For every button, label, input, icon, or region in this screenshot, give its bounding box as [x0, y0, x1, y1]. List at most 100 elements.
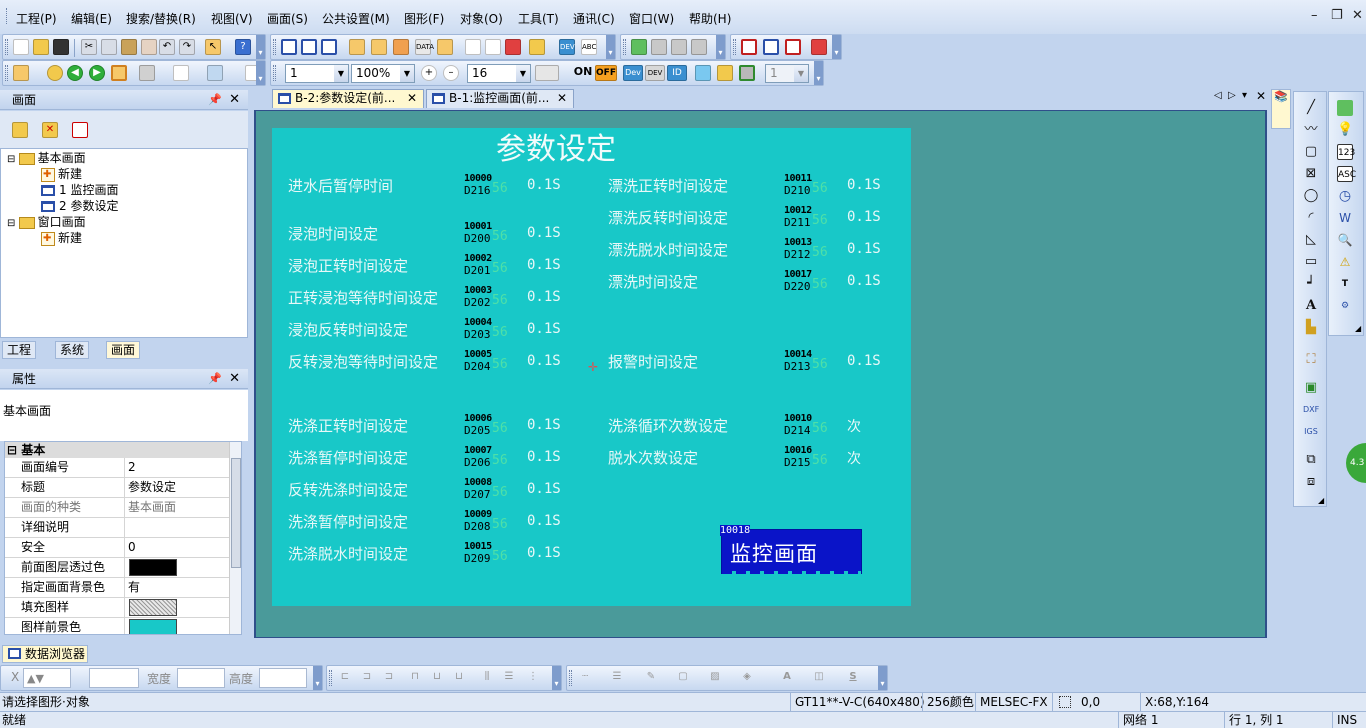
frame-a-icon[interactable]	[695, 65, 711, 81]
iges-import-icon[interactable]: IGS	[1303, 424, 1319, 440]
screen-close-icon[interactable]	[321, 39, 337, 55]
label-soak-time[interactable]: 浸泡时间设定	[288, 223, 378, 244]
menu-help[interactable]: 帮助(H)	[689, 10, 731, 27]
property-row-transparent-color[interactable]: 前面图层透过色	[5, 558, 229, 578]
screen-properties-icon[interactable]	[72, 122, 88, 138]
verify-icon[interactable]	[671, 39, 687, 55]
piping-icon[interactable]: ┙	[1303, 276, 1319, 292]
delete-icon[interactable]	[141, 39, 157, 55]
menu-search-replace[interactable]: 搜索/替换(R)	[126, 10, 196, 27]
write-to-got-icon[interactable]	[631, 39, 647, 55]
width-field[interactable]	[177, 668, 225, 688]
x-field[interactable]: ▲▼	[23, 668, 71, 688]
label-wash-cycle-count[interactable]: 洗涤循环次数设定	[608, 415, 728, 436]
toolbar-overflow-icon[interactable]: ▾	[878, 666, 887, 690]
frame-b-icon[interactable]	[717, 65, 733, 81]
property-row-background-color[interactable]: 指定画面背景色有	[5, 578, 229, 598]
label-rinse-forward-time[interactable]: 漂洗正转时间设定	[608, 175, 728, 196]
arrow-up-icon[interactable]	[47, 65, 63, 81]
redo-icon[interactable]: ↷	[179, 39, 195, 55]
pointer-icon[interactable]: ↖	[205, 39, 221, 55]
line-width-icon[interactable]: ☰	[609, 670, 625, 686]
tab-list-icon[interactable]: ▾	[1242, 90, 1247, 101]
line-style-icon[interactable]: ┈	[577, 670, 593, 686]
tab-system[interactable]: 系统	[55, 341, 90, 359]
tree-window-screens[interactable]: ⊟ 窗口画面	[7, 214, 86, 230]
right-toolbar-tab[interactable]: 📚	[1271, 89, 1291, 129]
numeric-input[interactable]: 10017 D220 56	[784, 269, 844, 296]
color-swatch-cyan[interactable]	[129, 619, 177, 634]
close-icon[interactable]: ✕	[229, 369, 240, 389]
property-row-pattern-fg[interactable]: 图样前景色	[5, 618, 229, 634]
distribute-h-icon[interactable]: ⫼	[479, 670, 495, 686]
rectangle-icon[interactable]: ▢	[1303, 144, 1319, 160]
read-from-got-icon[interactable]	[651, 39, 667, 55]
text-shadow-icon[interactable]: ◫	[811, 670, 827, 686]
tab-parameter-screen[interactable]: B-2:参数设定(前... ✕	[272, 89, 424, 108]
menu-tools[interactable]: 工具(T)	[518, 10, 559, 27]
numeric-input[interactable]: 10015 D209 56	[464, 541, 524, 568]
undo-icon[interactable]: ↶	[159, 39, 175, 55]
expand-icon[interactable]: ⊟	[7, 218, 19, 229]
toolbar-overflow-icon[interactable]: ▾	[313, 666, 322, 690]
layer-select[interactable]: 1 ▼	[285, 64, 349, 83]
label-alarm-time[interactable]: 报警时间设定	[608, 351, 698, 372]
tab-close-all-icon[interactable]: ✕	[1256, 89, 1266, 103]
insert-object-icon[interactable]	[13, 65, 29, 81]
label-rinse-spin-time[interactable]: 漂洗脱水时间设定	[608, 239, 728, 260]
screen-title[interactable]: 参数设定	[496, 124, 616, 168]
label-rinse-time[interactable]: 漂洗时间设定	[608, 271, 698, 292]
help-icon[interactable]: ?	[235, 39, 251, 55]
group-icon[interactable]: ⧉	[1303, 452, 1319, 468]
circle-icon[interactable]: ◯	[1303, 188, 1319, 204]
property-row-title[interactable]: 标题 参数设定	[5, 478, 229, 498]
switch-to-monitor-button[interactable]: 10018 监控画面	[720, 525, 862, 574]
lamp-object-icon[interactable]: 💡	[1337, 122, 1353, 138]
y-field[interactable]	[89, 668, 139, 688]
property-row-description[interactable]: 详细说明	[5, 518, 229, 538]
toolbar-overflow-icon[interactable]: ▾	[832, 35, 841, 59]
numeric-input[interactable]: 10002 D201 56	[464, 253, 524, 280]
text-style-icon[interactable]: S	[845, 670, 861, 686]
tree-window-new[interactable]: 新建	[41, 230, 82, 247]
expand-icon[interactable]: ⊟	[7, 154, 19, 165]
property-row-screen-number[interactable]: 画面编号 2	[5, 458, 229, 478]
tree-screen-2[interactable]: 2 参数设定	[41, 198, 118, 214]
tab-screen[interactable]: 画面	[106, 341, 141, 359]
border-icon[interactable]: ▢	[675, 670, 691, 686]
menu-common-settings[interactable]: 公共设置(M)	[322, 10, 390, 27]
tree-base-screens[interactable]: ⊟ 基本画面	[7, 150, 86, 166]
menu-window[interactable]: 窗口(W)	[629, 10, 674, 27]
toolbar-overflow-icon[interactable]: ▾	[606, 35, 615, 59]
numeric-input[interactable]: 10005 D204 56	[464, 349, 524, 376]
arc-icon[interactable]: ◜	[1303, 210, 1319, 226]
label-soak-reverse-time[interactable]: 浸泡反转时间设定	[288, 319, 408, 340]
menu-screen[interactable]: 画面(S)	[267, 10, 308, 27]
numeric-input[interactable]: 10009 D208 56	[464, 509, 524, 536]
tab-scroll-right-icon[interactable]: ▷	[1228, 90, 1236, 101]
new-icon[interactable]	[13, 39, 29, 55]
forward-icon[interactable]: ▶	[89, 65, 105, 81]
paste-icon[interactable]	[121, 39, 137, 55]
image-icon[interactable]: ▣	[1303, 380, 1319, 396]
numeric-input[interactable]: 10014 D213 56	[784, 349, 844, 376]
line-icon[interactable]: ╱	[1303, 100, 1319, 116]
toolbar-overflow-icon[interactable]: ▾	[256, 35, 265, 59]
menu-communication[interactable]: 通讯(C)	[573, 10, 615, 27]
numeric-input[interactable]: 10008 D207 56	[464, 477, 524, 504]
label-wash-spin-time[interactable]: 洗涤脱水时间设定	[288, 543, 408, 564]
grid-size-select[interactable]: 16 ▼	[467, 64, 531, 83]
zoom-in-icon[interactable]: +	[421, 65, 437, 81]
align-middle-icon[interactable]: ⊔	[429, 670, 445, 686]
dev-off-icon[interactable]: DEV	[645, 65, 665, 81]
property-section-header[interactable]: ⊟ 基本	[5, 442, 229, 458]
trigger-object-icon[interactable]: ⚙	[1337, 298, 1353, 314]
dxf-import-icon[interactable]: DXF	[1303, 402, 1319, 418]
zoom-out-icon[interactable]: –	[443, 65, 459, 81]
property-icon[interactable]	[349, 39, 365, 55]
label-reverse-soak-wait[interactable]: 反转浸泡等待时间设定	[288, 351, 438, 372]
label-reverse-wash-time[interactable]: 反转洗涤时间设定	[288, 479, 408, 500]
sector-icon[interactable]: ◺	[1303, 232, 1319, 248]
polygon-icon[interactable]: ⊠	[1303, 166, 1319, 182]
tree-base-new[interactable]: 新建	[41, 166, 82, 183]
